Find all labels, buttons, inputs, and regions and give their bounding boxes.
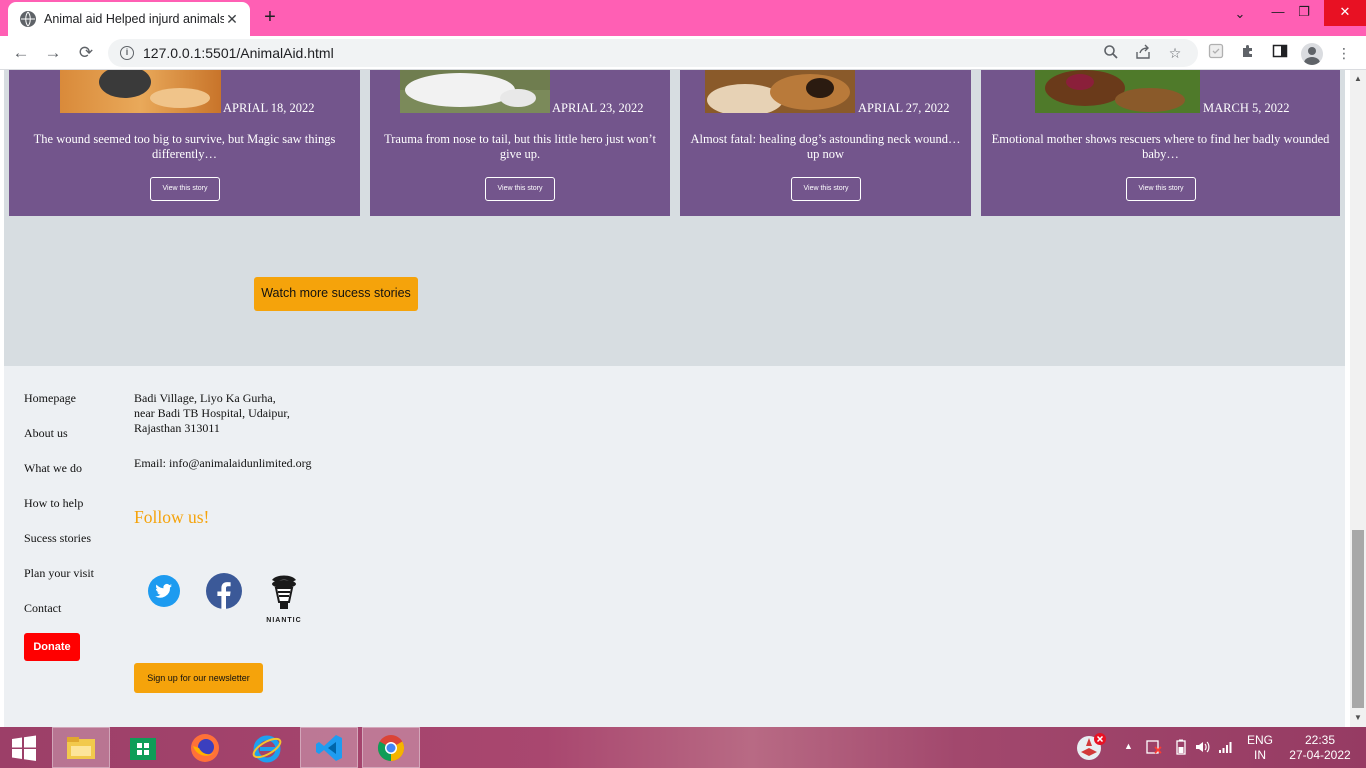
taskbar-internet-explorer[interactable] [238,727,296,768]
page-viewport: APRIAL 18, 2022 The wound seemed too big… [0,70,1350,727]
follow-us-heading: Follow us! [134,507,210,527]
niantic-label: NIANTIC [266,617,302,624]
footer-link-success-stories[interactable]: Sucess stories [24,531,91,546]
twitter-icon[interactable] [147,574,181,608]
globe-icon [20,11,36,27]
page-scrollbar[interactable]: ▲ ▼ [1350,70,1366,727]
taskbar-vscode[interactable] [300,727,358,768]
language-code: ENG [1246,733,1273,747]
story-text: The wound seemed too big to survive, but… [33,132,336,161]
network-signal-icon[interactable] [1218,739,1234,758]
niantic-logo-icon [272,575,296,609]
side-panel-icon[interactable] [1270,43,1290,63]
action-center-icon[interactable] [1146,739,1162,758]
menu-kebab-icon[interactable]: ⋮ [1334,43,1354,63]
address-line: Rajasthan 313011 [134,421,220,435]
region-code: IN [1254,748,1266,762]
story-card: APRIAL 27, 2022 Almost fatal: healing do… [680,70,971,216]
restore-button[interactable]: ❐ [1286,0,1322,26]
story-date: APRIAL 23, 2022 [552,101,644,115]
story-image [705,70,855,113]
footer-link-what-we-do[interactable]: What we do [24,461,82,476]
profile-avatar[interactable] [1301,43,1323,65]
address-line: near Badi TB Hospital, Udaipur, [134,406,290,420]
browser-tab[interactable]: Animal aid Helped injurd animals ✕ [8,2,250,36]
tab-close-icon[interactable]: ✕ [224,11,240,27]
scroll-thumb[interactable] [1352,530,1364,708]
niantic-icon[interactable]: NIANTIC [262,572,306,624]
story-image [1035,70,1200,113]
address: Badi Village, Liyo Ka Gurha, near Badi T… [134,391,290,436]
footer-link-how-to-help[interactable]: How to help [24,496,83,511]
footer-link-plan-visit[interactable]: Plan your visit [24,566,94,581]
donate-button[interactable]: Donate [24,633,80,661]
story-card: APRIAL 23, 2022 Trauma from nose to tail… [370,70,670,216]
extensions-puzzle-icon[interactable] [1238,43,1258,63]
story-date: APRIAL 27, 2022 [858,101,950,115]
notification-app-icon[interactable] [1074,732,1108,762]
story-card: APRIAL 18, 2022 The wound seemed too big… [9,70,360,216]
clock-time: 22:35 [1304,733,1336,747]
view-story-button[interactable]: View this story [1126,177,1196,201]
story-image [60,70,221,113]
tab-title: Animal aid Helped injurd animals [44,12,224,26]
success-stories-section: APRIAL 18, 2022 The wound seemed too big… [4,70,1345,366]
browser-toolbar: ← → ⟳ i 127.0.0.1:5501/AnimalAid.html ☆ … [0,36,1366,70]
taskbar-store[interactable] [114,727,172,768]
internet-explorer-icon [252,735,282,762]
language-indicator[interactable]: ENG IN [1244,733,1276,763]
scroll-up-icon[interactable]: ▲ [1350,72,1366,86]
facebook-icon[interactable] [205,572,243,610]
taskbar-firefox[interactable] [176,727,234,768]
watch-more-stories-button[interactable]: Watch more sucess stories [254,277,418,311]
store-icon [130,737,156,760]
tray-expand-icon[interactable]: ▲ [1124,741,1133,751]
browser-titlebar: Animal aid Helped injurd animals ✕ + ⌄ —… [0,0,1366,36]
newsletter-signup-button[interactable]: Sign up for our newsletter [134,663,263,693]
reload-icon[interactable]: ⟳ [74,41,98,65]
address-bar[interactable]: i 127.0.0.1:5501/AnimalAid.html ☆ [108,39,1198,67]
story-image [400,70,550,113]
extension-box-icon[interactable] [1206,43,1226,63]
new-tab-button[interactable]: + [258,6,282,30]
address-line: Badi Village, Liyo Ka Gurha, [134,391,276,405]
chrome-icon [377,734,405,761]
story-text: Emotional mother shows rescuers where to… [991,132,1330,161]
zoom-icon[interactable] [1102,44,1120,62]
scroll-down-icon[interactable]: ▼ [1350,711,1366,725]
story-text: Trauma from nose to tail, but this littl… [384,132,656,161]
footer-link-about[interactable]: About us [24,426,68,441]
view-story-button[interactable]: View this story [791,177,861,201]
view-story-button[interactable]: View this story [150,177,220,201]
footer-link-homepage[interactable]: Homepage [24,391,76,406]
close-window-button[interactable]: ✕ [1324,0,1366,26]
back-arrow-icon[interactable]: ← [9,41,33,65]
bookmark-star-icon[interactable]: ☆ [1166,44,1184,62]
taskbar-chrome[interactable] [362,727,420,768]
volume-icon[interactable] [1194,739,1210,758]
site-info-icon[interactable]: i [120,46,134,60]
clock-date: 27-04-2022 [1289,748,1351,762]
footer-link-contact[interactable]: Contact [24,601,61,616]
view-story-button[interactable]: View this story [485,177,555,201]
taskbar-file-explorer[interactable] [52,727,110,768]
battery-icon[interactable] [1174,739,1188,758]
story-text: Almost fatal: healing dog’s astounding n… [690,132,961,161]
story-date: MARCH 5, 2022 [1203,101,1290,115]
vscode-icon [316,734,342,761]
footer: Homepage About us What we do How to help… [4,366,1345,727]
story-card: MARCH 5, 2022 Emotional mother shows res… [981,70,1340,216]
firefox-icon [191,733,219,762]
tab-search-icon[interactable]: ⌄ [1230,6,1250,26]
contact-email: Email: info@animalaidunlimited.org [134,456,312,470]
share-icon[interactable] [1134,44,1152,62]
taskbar: ▲ ENG IN 22:35 27-04-2022 [0,727,1366,768]
clock[interactable]: 22:35 27-04-2022 [1282,733,1358,763]
windows-start-icon[interactable] [8,734,40,762]
url-text[interactable]: 127.0.0.1:5501/AnimalAid.html [143,45,334,61]
story-date: APRIAL 18, 2022 [223,101,315,115]
forward-arrow-icon[interactable]: → [41,41,65,65]
file-explorer-icon [67,736,95,759]
